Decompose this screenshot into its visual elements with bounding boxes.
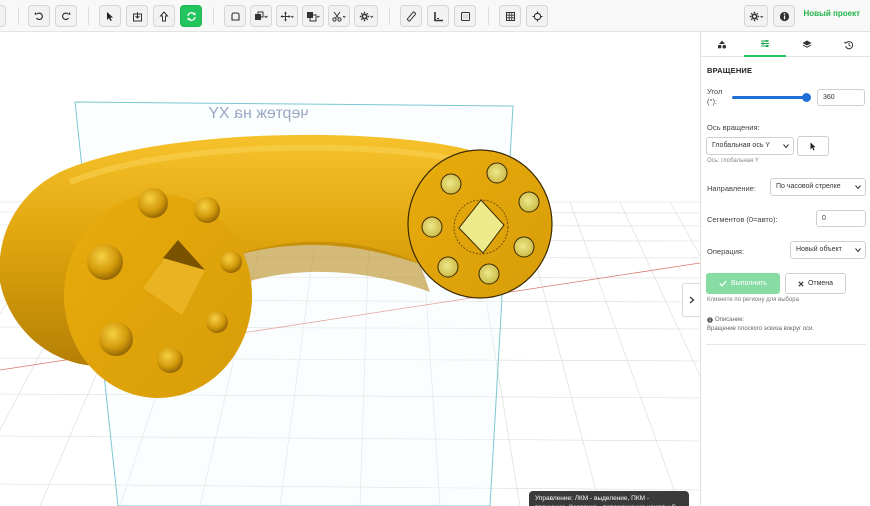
angle-icon xyxy=(433,11,443,21)
description-title-text: Описание: xyxy=(715,317,745,323)
toolbar-edge-button[interactable] xyxy=(0,5,6,27)
info-button[interactable] xyxy=(773,5,795,27)
axis-select-value: Глобальная ось Y xyxy=(712,142,771,149)
run-button-label: Выполнить xyxy=(731,280,767,287)
rotate-icon xyxy=(186,11,196,21)
select-tool-button[interactable] xyxy=(99,5,121,27)
sketch-icon xyxy=(230,11,240,21)
info-icon xyxy=(707,317,713,323)
axis-select[interactable]: Глобальная ось Y xyxy=(706,137,794,155)
export-icon xyxy=(159,10,169,21)
operation-label: Операция: xyxy=(707,247,745,256)
import-icon xyxy=(132,11,142,21)
panel-tabs xyxy=(701,32,870,57)
scene-canvas[interactable]: чертеж на XY xyxy=(0,32,700,506)
grid-button[interactable] xyxy=(499,5,521,27)
undo-icon xyxy=(34,12,43,21)
description-text: Вращение плоского эскиза вокруг оси. xyxy=(707,326,815,332)
project-name-link[interactable]: Новый проект xyxy=(803,9,860,18)
direction-select[interactable]: По часовой стрелке xyxy=(770,178,866,196)
select-icon xyxy=(107,11,113,21)
cut-icon xyxy=(332,11,346,22)
axis-note: Ось: глобальная Y xyxy=(707,158,759,164)
info-icon xyxy=(779,11,789,21)
chevron-down-icon xyxy=(783,144,789,149)
cut-dropdown[interactable] xyxy=(328,5,350,27)
panel-title: ВРАЩЕНИЕ xyxy=(707,66,753,75)
direction-select-value: По часовой стрелке xyxy=(776,183,841,190)
cancel-button[interactable]: Отмена xyxy=(785,273,846,294)
operation-select-value: Новый объект xyxy=(796,246,842,253)
angle-input[interactable]: 360 xyxy=(817,89,865,106)
history-icon xyxy=(844,40,854,49)
tab-layers[interactable] xyxy=(786,32,828,57)
boolean-dropdown[interactable] xyxy=(302,5,324,27)
toolbar: Новый проект xyxy=(0,0,870,32)
settings-icon xyxy=(359,11,373,21)
tab-shapes[interactable] xyxy=(701,32,743,57)
close-icon xyxy=(798,280,804,287)
sketch-button[interactable] xyxy=(224,5,246,27)
params-icon xyxy=(761,40,769,47)
settings-dropdown[interactable] xyxy=(354,5,378,27)
properties-panel: ВРАЩЕНИЕ Угол (°): 360 Ось вращения: Гло… xyxy=(700,32,870,506)
boolean-icon xyxy=(307,11,320,21)
shapes-icon xyxy=(718,40,727,49)
layers-icon xyxy=(802,40,812,48)
panel-collapse-button[interactable] xyxy=(682,283,700,317)
app-settings-button[interactable] xyxy=(744,5,768,27)
box-button[interactable] xyxy=(454,5,476,27)
chevron-right-icon xyxy=(689,296,694,304)
axis-label: Ось вращения: xyxy=(707,123,760,132)
app-window: Новый проект чертеж на XY Управление: ЛК… xyxy=(0,0,870,506)
snap-target-button[interactable] xyxy=(526,5,548,27)
region-hint: Кликните по региону для выбора xyxy=(707,297,799,303)
move-dropdown[interactable] xyxy=(276,5,298,27)
chevron-down-icon xyxy=(855,248,861,253)
box-icon xyxy=(460,11,470,21)
gear-icon xyxy=(749,11,763,21)
import-button[interactable] xyxy=(126,5,148,27)
plane-label: чертеж на XY xyxy=(208,105,309,122)
direction-label: Направление: xyxy=(707,184,756,193)
run-button[interactable]: Выполнить xyxy=(706,273,780,294)
angle-label: Угол (°): xyxy=(707,87,723,106)
redo-button[interactable] xyxy=(55,5,77,27)
tab-parameters[interactable] xyxy=(744,32,786,57)
3d-viewport[interactable]: чертеж на XY Управление: ЛКМ - выделение… xyxy=(0,32,700,506)
grid-icon xyxy=(505,11,515,21)
extrude-icon xyxy=(255,11,268,20)
cancel-button-label: Отмена xyxy=(807,280,834,287)
panel-divider xyxy=(706,344,866,345)
controls-hint: Управление: ЛКМ - выделение, ПКМ - враще… xyxy=(529,491,689,506)
redo-icon xyxy=(62,12,71,21)
move-icon xyxy=(280,11,294,21)
extrude-dropdown[interactable] xyxy=(250,5,272,27)
cursor-icon xyxy=(810,142,816,150)
segments-label: Сегментов (0=авто): xyxy=(707,215,778,224)
export-button[interactable] xyxy=(153,5,175,27)
target-icon xyxy=(532,11,542,21)
ruler-button[interactable] xyxy=(400,5,422,27)
description-title: Описание: xyxy=(707,317,744,323)
angle-button[interactable] xyxy=(427,5,449,27)
undo-button[interactable] xyxy=(28,5,50,27)
pick-axis-button[interactable] xyxy=(797,136,829,156)
ruler-icon xyxy=(406,10,416,22)
operation-select[interactable]: Новый объект xyxy=(790,241,866,259)
chevron-down-icon xyxy=(855,185,861,190)
angle-slider-track[interactable] xyxy=(732,96,810,99)
check-icon xyxy=(719,280,727,287)
segments-input[interactable]: 0 xyxy=(816,210,866,227)
rotate-mode-button[interactable] xyxy=(180,5,202,27)
tab-history[interactable] xyxy=(828,32,870,57)
angle-slider-handle[interactable] xyxy=(802,93,811,102)
